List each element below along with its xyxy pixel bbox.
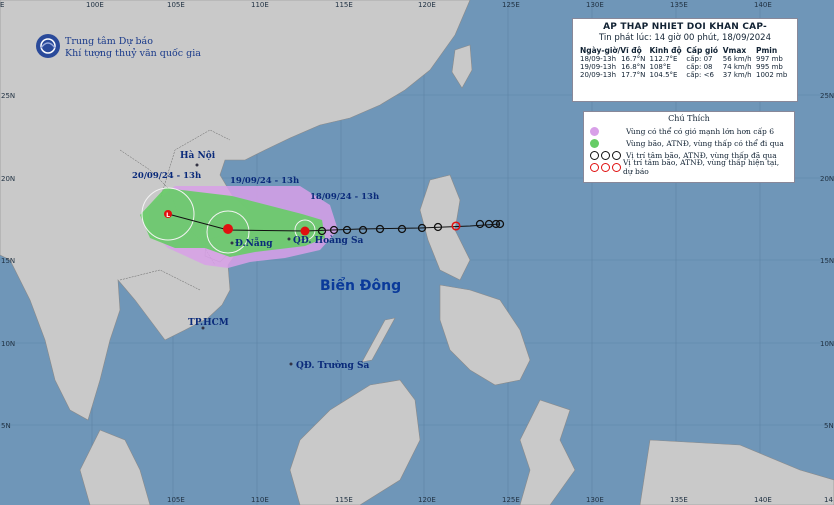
svg-text:115E: 115E <box>335 496 353 504</box>
svg-text:115E: 115E <box>335 1 353 9</box>
org-line1: Trung tâm Dự báo <box>65 36 153 47</box>
track-label-18: 18/09/24 - 13h <box>310 192 379 202</box>
track-label-20: 20/09/24 - 13h <box>132 171 201 181</box>
label-hcm: TP.HCM <box>188 318 229 328</box>
bulletin-box: AP THAP NHIET DOI KHAN CAP- Tin phát lúc… <box>572 18 798 102</box>
svg-text:120E: 120E <box>418 496 436 504</box>
svg-text:125E: 125E <box>502 496 520 504</box>
legend-item-wind: Vùng có thể có gió mạnh lớn hơn cấp 6 <box>590 125 788 137</box>
svg-text:135E: 135E <box>670 1 688 9</box>
org-logo <box>36 34 60 58</box>
forecast-table: Ngày-giờ/Vĩ độ Kinh độ Cấp gió Vmax Pmin… <box>579 46 791 79</box>
purple-dot-icon <box>590 126 599 136</box>
bulletin-issued: Tin phát lúc: 14 giờ 00 phút, 18/09/2024 <box>599 33 771 43</box>
svg-text:5N: 5N <box>824 422 834 430</box>
storm-symbol-current <box>300 226 310 236</box>
svg-text:135E: 135E <box>670 496 688 504</box>
label-hanoi: Hà Nội <box>180 150 216 161</box>
svg-text:20N: 20N <box>820 175 834 183</box>
red-storm-icons <box>590 162 623 172</box>
svg-text:20N: 20N <box>1 175 15 183</box>
svg-text:140E: 140E <box>754 496 772 504</box>
bulletin-title: AP THAP NHIET DOI KHAN CAP- <box>603 22 767 32</box>
svg-text:105E: 105E <box>167 1 185 9</box>
green-dot-icon <box>590 138 599 148</box>
svg-text:130E: 130E <box>586 496 604 504</box>
svg-text:15N: 15N <box>820 257 834 265</box>
svg-text:E: E <box>0 1 4 9</box>
svg-text:25N: 25N <box>1 92 15 100</box>
svg-text:140E: 140E <box>754 1 772 9</box>
table-row: 20/09-13h 17.7°N 104.5°E cấp: <6 37 km/h… <box>580 71 788 79</box>
svg-text:110E: 110E <box>251 1 269 9</box>
svg-text:120E: 120E <box>418 1 436 9</box>
table-row: 18/09-13h 16.7°N 112.7°E cấp: 07 56 km/h… <box>580 55 783 63</box>
legend-title: Chú Thích <box>668 114 710 123</box>
svg-text:25N: 25N <box>820 92 834 100</box>
svg-text:130E: 130E <box>586 1 604 9</box>
svg-text:10N: 10N <box>820 340 834 348</box>
svg-text:125E: 125E <box>502 1 520 9</box>
track-label-19: 19/09/24 - 13h <box>230 176 299 186</box>
label-sea: Biển Đông <box>320 277 401 294</box>
svg-text:5N: 5N <box>1 422 11 430</box>
svg-text:15N: 15N <box>1 257 15 265</box>
svg-text:105E: 105E <box>167 496 185 504</box>
storm-symbol-forecast <box>223 224 233 234</box>
black-storm-icons <box>590 150 626 160</box>
svg-text:100E: 100E <box>86 1 104 9</box>
svg-text:14: 14 <box>824 496 833 504</box>
table-header: Ngày-giờ/Vĩ độ Kinh độ Cấp gió Vmax Pmin <box>580 46 778 55</box>
legend-item-current: Vị trí tâm bão, ATNĐ, vùng thấp hiện tại… <box>590 158 788 176</box>
org-line2: Khí tượng thuỷ văn quốc gia <box>65 48 201 59</box>
label-danang: Đ.Nẵng <box>235 237 273 249</box>
svg-text:10N: 10N <box>1 340 15 348</box>
svg-text:110E: 110E <box>251 496 269 504</box>
label-hoangsa: QĐ. Hoàng Sa <box>293 235 363 246</box>
legend-box: Chú Thích Vùng có thể có gió mạnh lớn hơ… <box>583 111 795 183</box>
low-letter: L <box>166 212 170 219</box>
legend-item-zone: Vùng bão, ATNĐ, vùng thấp có thể đi qua <box>590 137 788 149</box>
table-row: 19/09-13h 16.8°N 108°E cấp: 08 74 km/h 9… <box>580 63 783 71</box>
label-truongsa: QĐ. Trường Sa <box>296 360 369 371</box>
